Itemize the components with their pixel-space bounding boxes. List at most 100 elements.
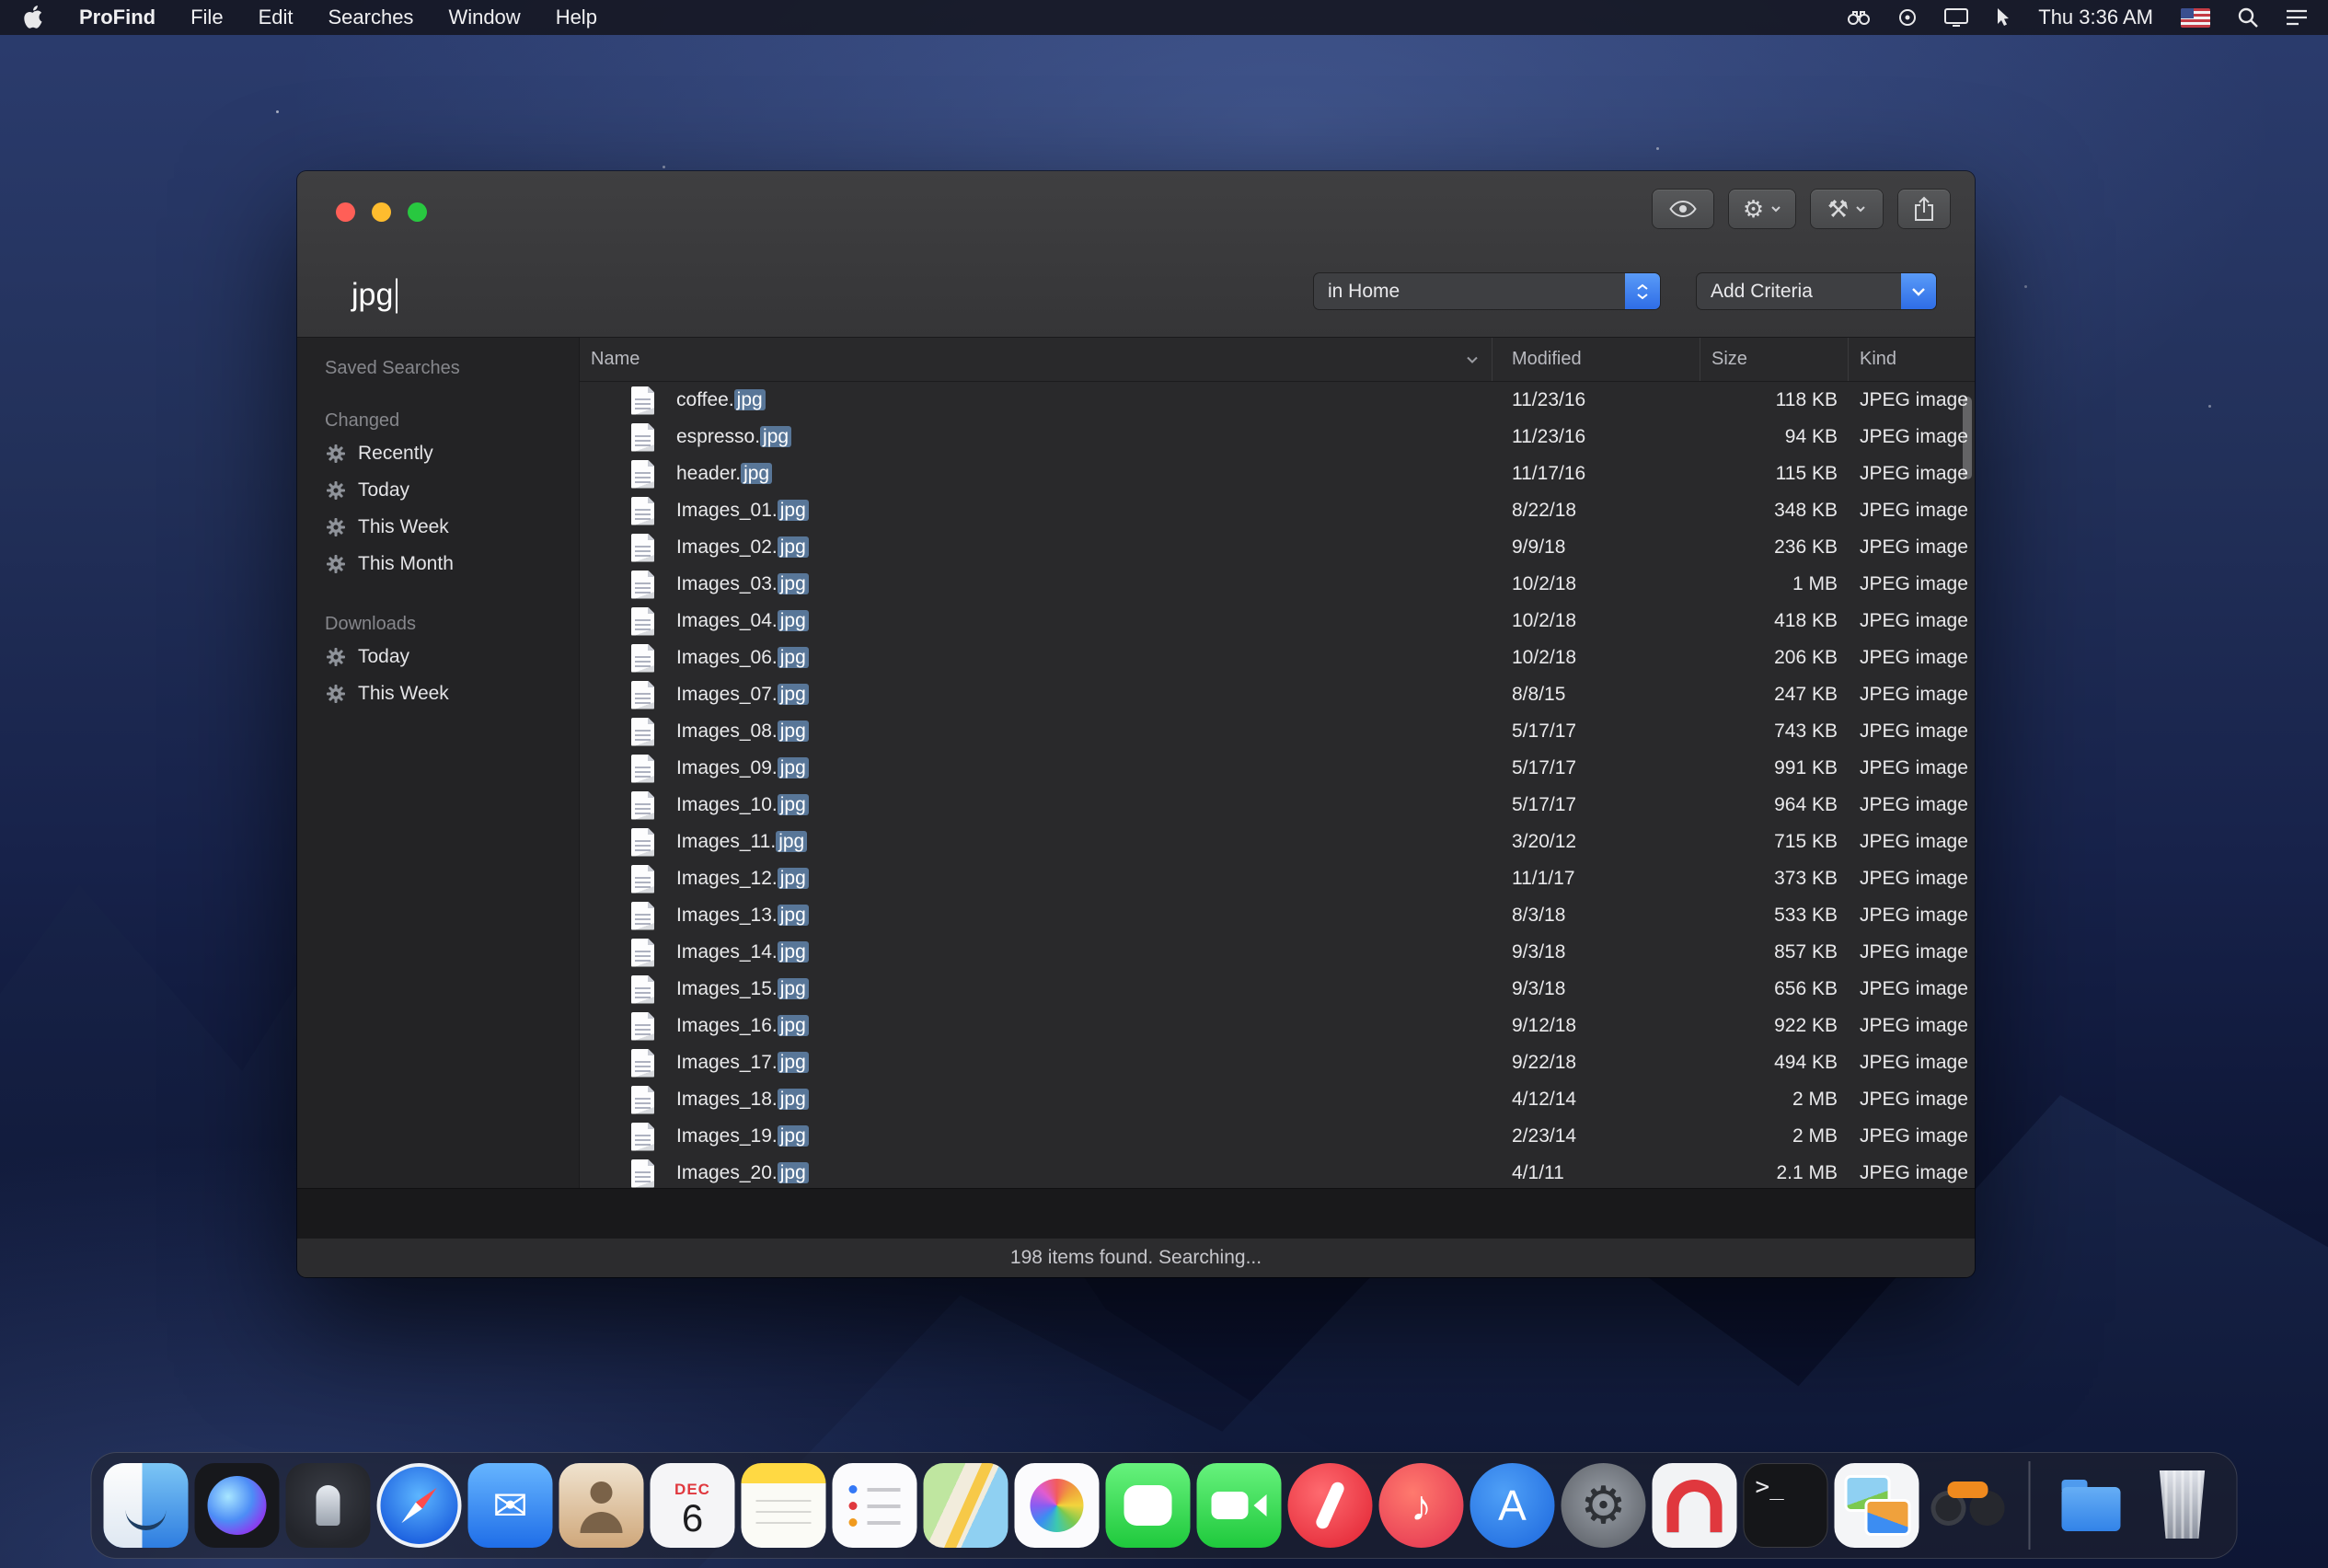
column-header-name[interactable]: Name: [580, 338, 1492, 381]
table-row[interactable]: Images_06.jpg 10/2/18 206 KB JPEG image: [580, 640, 1975, 676]
table-row[interactable]: Images_01.jpg 8/22/18 348 KB JPEG image: [580, 492, 1975, 529]
table-row[interactable]: Images_16.jpg 9/12/18 922 KB JPEG image: [580, 1008, 1975, 1044]
file-modified: 2/23/14: [1492, 1125, 1700, 1147]
apple-menu-icon[interactable]: [24, 6, 44, 29]
menu-help[interactable]: Help: [556, 6, 597, 29]
table-row[interactable]: Images_14.jpg 9/3/18 857 KB JPEG image: [580, 934, 1975, 971]
spotlight-icon[interactable]: [2238, 7, 2258, 28]
dock-appstore-icon[interactable]: A: [1470, 1463, 1555, 1548]
dock-terminal-icon[interactable]: >_: [1744, 1463, 1828, 1548]
file-kind: JPEG image: [1849, 1015, 1975, 1037]
table-row[interactable]: Images_20.jpg 4/1/11 2.1 MB JPEG image: [580, 1155, 1975, 1188]
file-modified: 5/17/17: [1492, 721, 1700, 743]
action-menu-button[interactable]: ⚙: [1729, 190, 1795, 228]
dock-messages-icon[interactable]: [1106, 1463, 1191, 1548]
file-size: 494 KB: [1700, 1052, 1849, 1074]
table-row[interactable]: Images_12.jpg 11/1/17 373 KB JPEG image: [580, 860, 1975, 897]
table-row[interactable]: Images_15.jpg 9/3/18 656 KB JPEG image: [580, 971, 1975, 1008]
dock-siri-icon[interactable]: [195, 1463, 280, 1548]
table-row[interactable]: Images_08.jpg 5/17/17 743 KB JPEG image: [580, 713, 1975, 750]
smart-search-gear-icon: [325, 646, 347, 668]
sidebar-item-this-month[interactable]: This Month: [325, 546, 579, 582]
dock-system-preferences-icon[interactable]: ⚙: [1562, 1463, 1646, 1548]
sidebar-item-recently[interactable]: Recently: [325, 435, 579, 472]
table-row[interactable]: Images_03.jpg 10/2/18 1 MB JPEG image: [580, 566, 1975, 603]
file-name-base: Images_12.: [676, 868, 778, 889]
dock-calendar-icon[interactable]: DEC6: [651, 1463, 735, 1548]
file-name-cell: Images_20.jpg: [580, 1159, 1492, 1188]
search-input[interactable]: jpg: [352, 278, 398, 314]
menubar-clock[interactable]: Thu 3:36 AM: [2038, 6, 2153, 29]
dock-photos-icon[interactable]: [1015, 1463, 1100, 1548]
scope-popup[interactable]: in Home: [1314, 273, 1660, 309]
display-menu-icon[interactable]: [1944, 8, 1968, 27]
dock-finder-icon[interactable]: [104, 1463, 189, 1548]
dock-contacts-icon[interactable]: [559, 1463, 644, 1548]
dock-maps-icon[interactable]: [924, 1463, 1008, 1548]
circle-status-menu-icon[interactable]: [1898, 8, 1917, 27]
sidebar-item-downloads-this-week[interactable]: This Week: [325, 675, 579, 712]
file-name-base: Images_02.: [676, 536, 778, 558]
file-kind: JPEG image: [1849, 536, 1975, 559]
sidebar-item-today[interactable]: Today: [325, 472, 579, 509]
dock-safari-icon[interactable]: [377, 1463, 462, 1548]
table-row[interactable]: Images_04.jpg 10/2/18 418 KB JPEG image: [580, 603, 1975, 640]
table-row[interactable]: Images_07.jpg 8/8/15 247 KB JPEG image: [580, 676, 1975, 713]
table-row[interactable]: espresso.jpg 11/23/16 94 KB JPEG image: [580, 419, 1975, 455]
dock-launchpad-icon[interactable]: [286, 1463, 371, 1548]
zoom-button[interactable]: [408, 202, 427, 222]
table-row[interactable]: Images_10.jpg 5/17/17 964 KB JPEG image: [580, 787, 1975, 824]
profind-window: ⚙ ⚒: [297, 171, 1975, 1277]
smart-search-gear-icon: [325, 516, 347, 538]
add-criteria-popup[interactable]: Add Criteria: [1697, 273, 1936, 309]
sidebar-item-downloads-today[interactable]: Today: [325, 639, 579, 675]
notification-center-icon[interactable]: [2286, 9, 2308, 26]
menu-edit[interactable]: Edit: [259, 6, 294, 29]
table-row[interactable]: Images_09.jpg 5/17/17 991 KB JPEG image: [580, 750, 1975, 787]
input-source-flag-icon[interactable]: [2181, 8, 2210, 28]
dock-trash-icon[interactable]: [2140, 1463, 2225, 1548]
dock-facetime-icon[interactable]: [1197, 1463, 1282, 1548]
table-row[interactable]: Images_17.jpg 9/22/18 494 KB JPEG image: [580, 1044, 1975, 1081]
dock-news-icon[interactable]: [1288, 1463, 1373, 1548]
file-modified: 11/1/17: [1492, 868, 1700, 890]
dock-magnet-icon[interactable]: [1653, 1463, 1737, 1548]
dock-separator: [2029, 1461, 2031, 1550]
menu-file[interactable]: File: [190, 6, 223, 29]
dock-reminders-icon[interactable]: [833, 1463, 917, 1548]
title-bar[interactable]: ⚙ ⚒: [297, 171, 1975, 254]
menubar-app-name[interactable]: ProFind: [79, 6, 156, 29]
dock-music-icon[interactable]: ♪: [1379, 1463, 1464, 1548]
pointer-menu-icon[interactable]: [1996, 7, 2011, 28]
table-row[interactable]: Images_02.jpg 9/9/18 236 KB JPEG image: [580, 529, 1975, 566]
table-row[interactable]: coffee.jpg 11/23/16 118 KB JPEG image: [580, 382, 1975, 419]
menu-window[interactable]: Window: [448, 6, 520, 29]
file-name-match: jpg: [778, 536, 809, 558]
column-header-size[interactable]: Size: [1700, 338, 1849, 381]
table-row[interactable]: Images_11.jpg 3/20/12 715 KB JPEG image: [580, 824, 1975, 860]
dock-downloads-folder-icon[interactable]: [2049, 1463, 2134, 1548]
preview-button[interactable]: [1653, 190, 1713, 228]
dock-profind-icon[interactable]: [1926, 1463, 2011, 1548]
sidebar-item-label: Today: [358, 479, 409, 502]
close-button[interactable]: [336, 202, 355, 222]
column-header-modified[interactable]: Modified: [1492, 338, 1700, 381]
file-kind: JPEG image: [1849, 1125, 1975, 1147]
tools-menu-button[interactable]: ⚒: [1811, 190, 1883, 228]
minimize-button[interactable]: [372, 202, 391, 222]
column-header-kind[interactable]: Kind: [1849, 338, 1975, 381]
table-row[interactable]: Images_19.jpg 2/23/14 2 MB JPEG image: [580, 1118, 1975, 1155]
scrollbar-thumb[interactable]: [1963, 397, 1972, 479]
dock-mail-icon[interactable]: ✉: [468, 1463, 553, 1548]
sidebar-item-this-week[interactable]: This Week: [325, 509, 579, 546]
share-button[interactable]: [1898, 190, 1950, 228]
dock-notes-icon[interactable]: [742, 1463, 826, 1548]
scrollbar[interactable]: [1963, 391, 1972, 980]
dock-screenshot-icon[interactable]: [1835, 1463, 1919, 1548]
table-row[interactable]: Images_13.jpg 8/3/18 533 KB JPEG image: [580, 897, 1975, 934]
mail-glyph: ✉: [492, 1484, 528, 1527]
menu-searches[interactable]: Searches: [328, 6, 413, 29]
table-row[interactable]: Images_18.jpg 4/12/14 2 MB JPEG image: [580, 1081, 1975, 1118]
binoculars-menu-icon[interactable]: [1847, 9, 1871, 26]
table-row[interactable]: header.jpg 11/17/16 115 KB JPEG image: [580, 455, 1975, 492]
